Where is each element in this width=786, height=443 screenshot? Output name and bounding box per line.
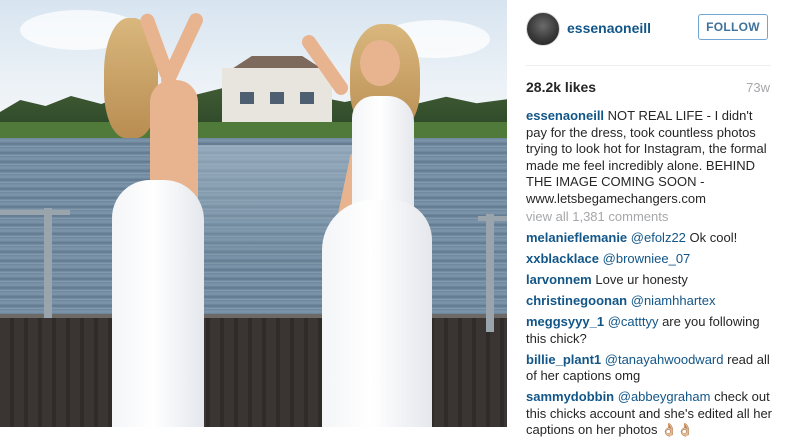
- comment-username[interactable]: xxblacklace: [526, 251, 599, 266]
- comment-mention[interactable]: @efolz22: [631, 230, 686, 245]
- railing-post: [486, 214, 494, 332]
- comment-item: christinegoonan @niamhhartex: [526, 293, 778, 310]
- comment-mention[interactable]: @niamhhartex: [631, 293, 716, 308]
- comment-item: larvonnem Love ur honesty: [526, 272, 778, 289]
- comment-text: Ok cool!: [689, 230, 738, 245]
- right-figure-dress: [322, 200, 432, 427]
- left-figure-dress: [112, 180, 204, 427]
- view-all-comments-link[interactable]: view all 1,381 comments: [526, 209, 668, 224]
- comment-username[interactable]: christinegoonan: [526, 293, 627, 308]
- right-figure-face: [360, 40, 400, 86]
- comment-item: meggsyyy_1 @catttyy are you following th…: [526, 314, 778, 347]
- comment-username[interactable]: meggsyyy_1: [526, 314, 604, 329]
- follow-button[interactable]: FOLLOW: [698, 14, 768, 40]
- post-age[interactable]: 73w: [746, 80, 770, 95]
- post-details-panel: essenaoneill FOLLOW 28.2k likes 73w esse…: [507, 0, 786, 437]
- post-header: essenaoneill FOLLOW: [507, 0, 786, 56]
- comment-username[interactable]: larvonnem: [526, 272, 592, 287]
- likes-count[interactable]: 28.2k likes: [526, 79, 596, 95]
- caption-username[interactable]: essenaoneill: [526, 108, 604, 123]
- comment-item: melanieflemanie @efolz22 Ok cool!: [526, 230, 778, 247]
- railing-post: [44, 208, 52, 318]
- header-divider: [526, 65, 771, 66]
- comment-mention[interactable]: @abbeygraham: [618, 389, 711, 404]
- comment-text: Love ur honesty: [595, 272, 688, 287]
- comment-mention[interactable]: @browniee_07: [603, 251, 691, 266]
- comment-username[interactable]: billie_plant1: [526, 352, 601, 367]
- comment-mention[interactable]: @catttyy: [608, 314, 659, 329]
- comment-username[interactable]: sammydobbin: [526, 389, 614, 404]
- comment-item: sammydobbin @abbeygraham check out this …: [526, 389, 778, 439]
- railing-bar: [0, 210, 70, 215]
- profile-avatar[interactable]: [526, 12, 560, 46]
- post-caption: essenaoneill NOT REAL LIFE - I didn't pa…: [526, 108, 776, 207]
- comment-mention[interactable]: @tanayahwoodward: [605, 352, 724, 367]
- comment-item: billie_plant1 @tanayahwoodward read all …: [526, 352, 778, 385]
- post-username[interactable]: essenaoneill: [567, 20, 651, 36]
- right-figure-bodice: [352, 96, 414, 216]
- house-window: [240, 92, 254, 104]
- post-photo[interactable]: [0, 0, 507, 427]
- house-window: [300, 92, 314, 104]
- comment-username[interactable]: melanieflemanie: [526, 230, 627, 245]
- comment-item: xxblacklace @browniee_07: [526, 251, 778, 268]
- comments-list: melanieflemanie @efolz22 Ok cool! xxblac…: [526, 230, 778, 443]
- house-window: [270, 92, 284, 104]
